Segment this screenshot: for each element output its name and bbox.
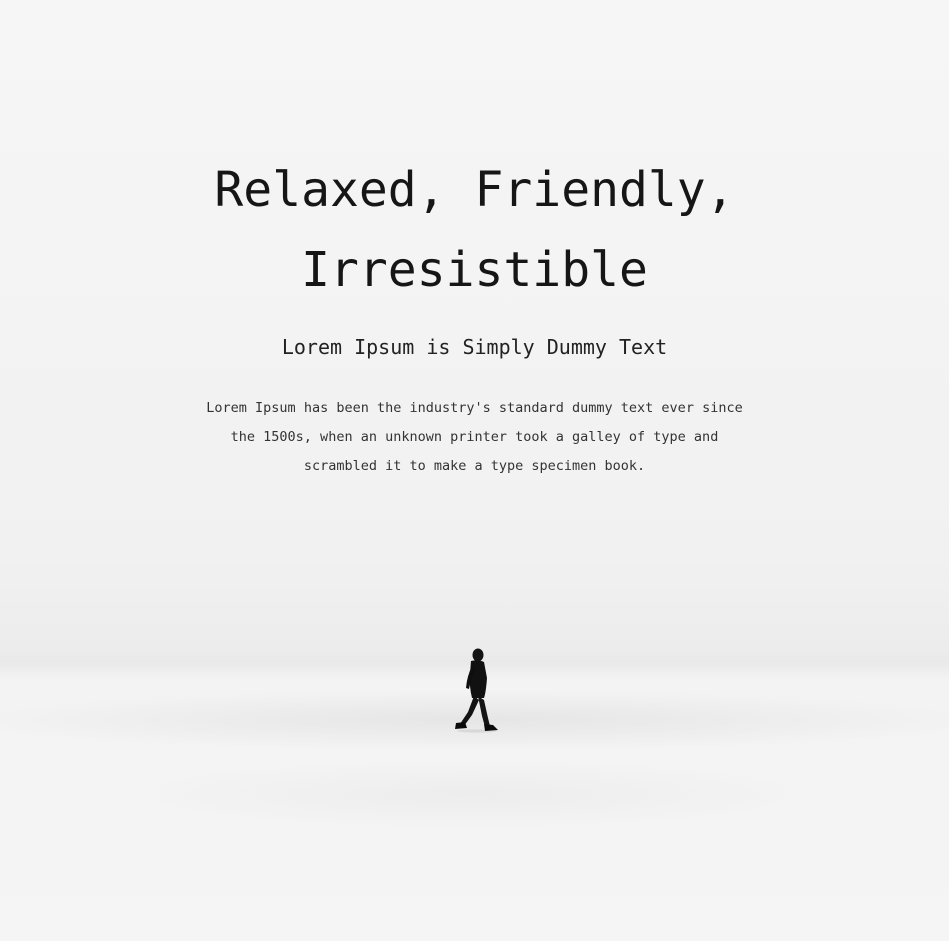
- hero-title: Relaxed, Friendly, Irresistible: [214, 162, 735, 298]
- walking-person-image: [455, 648, 498, 733]
- snow-haze-lower: [120, 760, 820, 830]
- hero-content: Relaxed, Friendly, Irresistible Lorem Ip…: [0, 150, 949, 481]
- hero-subtitle: Lorem Ipsum is Simply Dummy Text: [281, 335, 668, 359]
- hero-section: Relaxed, Friendly, Irresistible Lorem Ip…: [0, 0, 949, 941]
- hero-description: Lorem Ipsum has been the industry's stan…: [206, 400, 743, 474]
